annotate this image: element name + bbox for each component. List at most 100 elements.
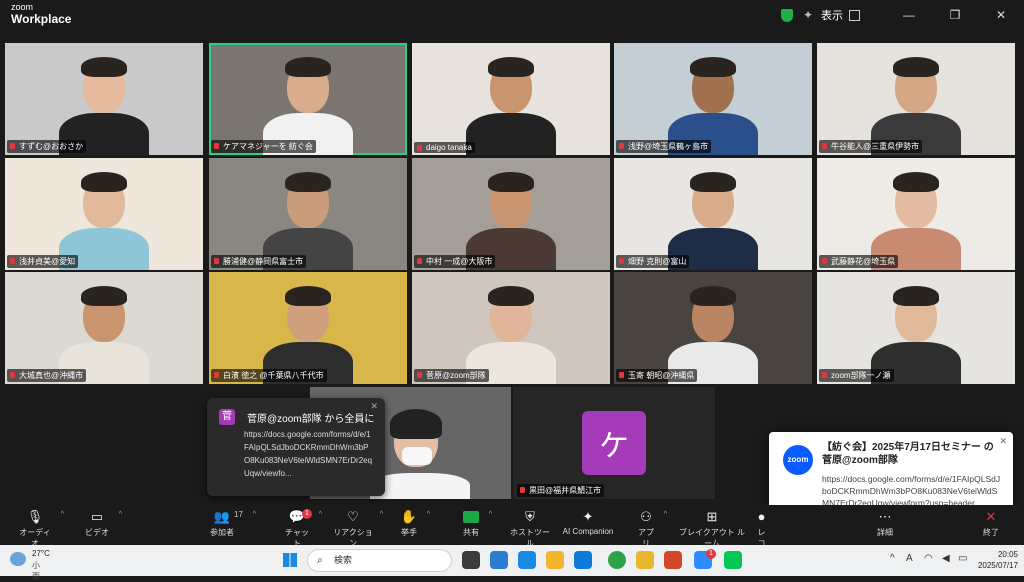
video-tile[interactable]: 勝浦健@静岡県富士市 bbox=[209, 158, 407, 270]
view-button[interactable]: 表示 bbox=[821, 7, 843, 23]
video-tile[interactable]: 浅井貞美@愛知 bbox=[5, 158, 203, 270]
participant-hair bbox=[488, 286, 534, 306]
ai-sparkle-icon[interactable]: ✦ bbox=[803, 8, 813, 22]
video-tile[interactable]: 菅原@zoom部隊 bbox=[412, 272, 610, 384]
ai-companion-label: AI Companion bbox=[562, 527, 614, 536]
chevron-up-icon[interactable]: ^ bbox=[253, 511, 256, 518]
wifi-icon[interactable]: ◠ bbox=[924, 553, 933, 564]
tray-chevron-icon[interactable]: ^ bbox=[890, 553, 895, 564]
end-meeting-button[interactable]: ✕ 終了 bbox=[978, 505, 1004, 545]
close-icon[interactable]: ✕ bbox=[999, 436, 1007, 447]
notification-title: 【紡ぐ会】2025年7月17日セミナー の 菅原@zoom部隊 bbox=[822, 442, 994, 466]
video-tile[interactable]: 牛谷能人@三重県伊勢市 bbox=[817, 43, 1015, 155]
participant-name: 勝浦健@静岡県富士市 bbox=[211, 255, 307, 268]
close-icon[interactable]: ✕ bbox=[370, 401, 378, 412]
maximize-icon[interactable]: ❐ bbox=[932, 8, 978, 22]
encryption-shield-icon[interactable] bbox=[780, 8, 793, 22]
participant-name: すずむ@おおさか bbox=[7, 140, 87, 153]
record-button[interactable]: ● レコーディング bbox=[754, 505, 769, 545]
participant-hair bbox=[81, 57, 127, 77]
breakout-rooms-button[interactable]: ⊞ ブレイクアウト ルーム bbox=[678, 505, 746, 548]
host-tools-button[interactable]: ⛨ ホストツール bbox=[508, 505, 552, 548]
video-tile[interactable]: daigo tanaka bbox=[412, 43, 610, 155]
task-view-icon[interactable] bbox=[462, 551, 480, 569]
chat-button[interactable]: 💬 チャット 1 ^ bbox=[282, 505, 322, 548]
video-tile[interactable]: 白濱 徳之 @千葉県八千代市 bbox=[209, 272, 407, 384]
line-app-icon[interactable] bbox=[724, 551, 742, 569]
more-icon: ⋯ bbox=[878, 509, 892, 524]
participant-hair bbox=[893, 286, 939, 306]
microphone-icon: 🎙 bbox=[26, 509, 44, 524]
windows-start-icon[interactable] bbox=[283, 553, 297, 567]
participant-hair bbox=[488, 172, 534, 192]
chat-preview-popup[interactable]: 菅 菅原@zoom部隊 から全員に https://docs.google.co… bbox=[207, 398, 385, 496]
participant-hair bbox=[690, 286, 736, 306]
participant-name: zoom部隊一ノ瀬 bbox=[819, 369, 894, 382]
taskbar-clock[interactable]: 20:05 2025/07/17 bbox=[978, 549, 1018, 571]
video-tile[interactable]: 玉寄 朝昭@沖縄県 bbox=[614, 272, 812, 384]
record-icon: ● bbox=[757, 509, 766, 524]
view-grid-icon[interactable] bbox=[849, 9, 860, 21]
chat-unread-badge: 1 bbox=[302, 509, 312, 519]
chevron-up-icon[interactable]: ^ bbox=[119, 511, 122, 518]
video-label: ビデオ bbox=[85, 528, 109, 537]
chevron-up-icon[interactable]: ^ bbox=[319, 511, 322, 518]
video-tile[interactable]: zoom部隊一ノ瀬 bbox=[817, 272, 1015, 384]
minimize-icon[interactable]: — bbox=[886, 8, 932, 22]
video-button[interactable]: ▭ ビデオ ^ bbox=[82, 505, 122, 545]
record-label: レコーディング bbox=[757, 528, 766, 545]
participant-hair bbox=[285, 172, 331, 192]
participant-name: 畑野 克則@富山 bbox=[616, 255, 690, 268]
close-window-icon[interactable]: ✕ bbox=[978, 8, 1024, 22]
zoom-logo-icon: zoom bbox=[783, 445, 813, 475]
chevron-up-icon[interactable]: ^ bbox=[427, 511, 430, 518]
chrome-icon[interactable] bbox=[608, 551, 626, 569]
video-tile[interactable]: ケアマネジャーを 紡ぐ会 bbox=[209, 43, 407, 155]
chevron-up-icon[interactable]: ^ bbox=[380, 511, 383, 518]
reactions-button[interactable]: ♡ リアクション ^ bbox=[333, 505, 383, 548]
chat-preview-message[interactable]: https://docs.google.com/forms/d/e/1FAIpQ… bbox=[244, 428, 374, 480]
participant-hair bbox=[285, 57, 331, 77]
ai-companion-button[interactable]: ✦ AI Companion bbox=[562, 505, 614, 545]
face-mask bbox=[402, 447, 432, 465]
more-button[interactable]: ⋯ 詳細 bbox=[874, 505, 896, 545]
clock-date: 2025/07/17 bbox=[977, 561, 1018, 570]
participant-hair bbox=[893, 172, 939, 192]
video-tile[interactable]: 大城真也@沖縄市 bbox=[5, 272, 203, 384]
participant-body bbox=[466, 113, 556, 155]
participant-name: 白濱 徳之 @千葉県八千代市 bbox=[211, 369, 327, 382]
chevron-up-icon[interactable]: ^ bbox=[664, 511, 667, 518]
search-label: 検索 bbox=[334, 555, 353, 565]
audio-button[interactable]: 🎙 オーディオ ^ bbox=[16, 505, 64, 548]
chevron-up-icon[interactable]: ^ bbox=[61, 511, 64, 518]
zoom-workplace-logo: Workplace bbox=[11, 12, 72, 26]
participant-hair bbox=[81, 286, 127, 306]
input-method-icon[interactable]: A bbox=[906, 553, 913, 564]
participant-hair bbox=[690, 57, 736, 77]
folder-icon[interactable] bbox=[636, 551, 654, 569]
battery-icon[interactable]: ▭ bbox=[958, 553, 967, 564]
volume-icon[interactable]: ◀ bbox=[942, 553, 950, 564]
sender-avatar: 菅 bbox=[219, 409, 235, 425]
copilot-icon[interactable] bbox=[490, 551, 508, 569]
powerpoint-icon[interactable] bbox=[664, 551, 682, 569]
file-explorer-icon[interactable] bbox=[546, 551, 564, 569]
video-tile[interactable]: 浅野@埼玉県鶴ヶ島市 bbox=[614, 43, 812, 155]
video-tile[interactable]: すずむ@おおさか bbox=[5, 43, 203, 155]
raise-hand-button[interactable]: ✋ 挙手 ^ bbox=[398, 505, 430, 545]
taskbar-search[interactable]: ⌕ 検索 bbox=[307, 549, 452, 572]
video-tile[interactable]: 武藤静花@埼玉県 bbox=[817, 158, 1015, 270]
edge-icon[interactable] bbox=[518, 551, 536, 569]
participant-name: 浅井貞美@愛知 bbox=[7, 255, 79, 268]
video-tile[interactable]: 畑野 克則@富山 bbox=[614, 158, 812, 270]
clock-time: 20:05 bbox=[997, 550, 1018, 559]
chevron-up-icon[interactable]: ^ bbox=[489, 511, 492, 518]
share-button[interactable]: 共有 ^ bbox=[460, 505, 492, 545]
participants-button[interactable]: 👥 参加者 17 ^ bbox=[206, 505, 256, 545]
apps-button[interactable]: ⚇ アプリ ^ bbox=[635, 505, 667, 548]
participant-hair bbox=[893, 57, 939, 77]
zoom-logo-small: zoom bbox=[11, 2, 34, 12]
store-icon[interactable] bbox=[574, 551, 592, 569]
video-tile[interactable]: 中村 一成@大阪市 bbox=[412, 158, 610, 270]
notification-body[interactable]: https://docs.google.com/forms/d/e/1FAIpQ… bbox=[822, 473, 1002, 509]
